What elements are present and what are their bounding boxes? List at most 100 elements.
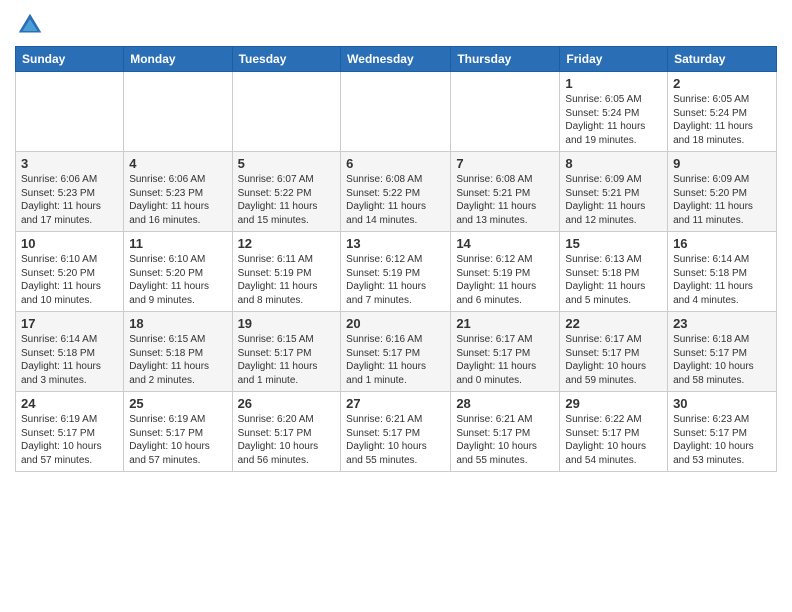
calendar-cell: 22 Sunrise: 6:17 AM Sunset: 5:17 PM Dayli… xyxy=(560,312,668,392)
day-number: 7 xyxy=(456,156,554,171)
calendar-cell: 8Sunrise: 6:09 AM Sunset: 5:21 PM Daylig… xyxy=(560,152,668,232)
day-info: Sunrise: 6:12 AM Sunset: 5:19 PM Dayligh… xyxy=(346,253,445,307)
day-number: 17 xyxy=(21,316,118,331)
day-number: 26 xyxy=(238,396,336,411)
page-container: SundayMondayTuesdayWednesdayThursdayFrid… xyxy=(0,0,792,482)
calendar-cell: 5 Sunrise: 6:07 AM Sunset: 5:22 PM Daylig… xyxy=(232,152,341,232)
calendar-cell xyxy=(451,72,560,152)
calendar-cell: 9Sunrise: 6:09 AM Sunset: 5:20 PM Daylig… xyxy=(668,152,777,232)
calendar-cell: 6Sunrise: 6:08 AM Sunset: 5:22 PM Daylig… xyxy=(341,152,451,232)
weekday-header-row: SundayMondayTuesdayWednesdayThursdayFrid… xyxy=(16,47,777,72)
calendar-cell: 15 Sunrise: 6:13 AM Sunset: 5:18 PM Dayli… xyxy=(560,232,668,312)
logo xyxy=(15,10,49,40)
day-number: 3 xyxy=(21,156,118,171)
calendar-cell: 3 Sunrise: 6:06 AM Sunset: 5:23 PM Daylig… xyxy=(16,152,124,232)
calendar-cell: 28 Sunrise: 6:21 AM Sunset: 5:17 PM Dayli… xyxy=(451,392,560,472)
calendar-cell: 24Sunrise: 6:19 AM Sunset: 5:17 PM Dayli… xyxy=(16,392,124,472)
calendar-cell xyxy=(341,72,451,152)
calendar-cell: 20 Sunrise: 6:16 AM Sunset: 5:17 PM Dayli… xyxy=(341,312,451,392)
calendar-cell: 11 Sunrise: 6:10 AM Sunset: 5:20 PM Dayli… xyxy=(124,232,232,312)
day-info: Sunrise: 6:11 AM Sunset: 5:19 PM Dayligh… xyxy=(238,253,336,307)
calendar-cell: 26 Sunrise: 6:20 AM Sunset: 5:17 PM Dayli… xyxy=(232,392,341,472)
day-info: Sunrise: 6:17 AM Sunset: 5:17 PM Dayligh… xyxy=(565,333,662,387)
day-info: Sunrise: 6:15 AM Sunset: 5:18 PM Dayligh… xyxy=(129,333,226,387)
day-number: 27 xyxy=(346,396,445,411)
day-number: 18 xyxy=(129,316,226,331)
header xyxy=(15,10,777,40)
day-number: 28 xyxy=(456,396,554,411)
calendar-cell: 29 Sunrise: 6:22 AM Sunset: 5:17 PM Dayli… xyxy=(560,392,668,472)
calendar-cell xyxy=(16,72,124,152)
day-number: 20 xyxy=(346,316,445,331)
week-row-3: 10 Sunrise: 6:10 AM Sunset: 5:20 PM Dayli… xyxy=(16,232,777,312)
day-info: Sunrise: 6:06 AM Sunset: 5:23 PM Dayligh… xyxy=(21,173,118,227)
day-number: 10 xyxy=(21,236,118,251)
weekday-saturday: Saturday xyxy=(668,47,777,72)
day-info: Sunrise: 6:20 AM Sunset: 5:17 PM Dayligh… xyxy=(238,413,336,467)
week-row-2: 3 Sunrise: 6:06 AM Sunset: 5:23 PM Daylig… xyxy=(16,152,777,232)
day-info: Sunrise: 6:19 AM Sunset: 5:17 PM Dayligh… xyxy=(129,413,226,467)
day-info: Sunrise: 6:16 AM Sunset: 5:17 PM Dayligh… xyxy=(346,333,445,387)
week-row-4: 17 Sunrise: 6:14 AM Sunset: 5:18 PM Dayli… xyxy=(16,312,777,392)
calendar-cell: 21Sunrise: 6:17 AM Sunset: 5:17 PM Dayli… xyxy=(451,312,560,392)
weekday-sunday: Sunday xyxy=(16,47,124,72)
weekday-tuesday: Tuesday xyxy=(232,47,341,72)
calendar-cell: 10 Sunrise: 6:10 AM Sunset: 5:20 PM Dayli… xyxy=(16,232,124,312)
day-number: 4 xyxy=(129,156,226,171)
calendar-cell xyxy=(124,72,232,152)
calendar-cell: 1 Sunrise: 6:05 AM Sunset: 5:24 PM Daylig… xyxy=(560,72,668,152)
day-info: Sunrise: 6:05 AM Sunset: 5:24 PM Dayligh… xyxy=(673,93,771,147)
calendar-cell: 25 Sunrise: 6:19 AM Sunset: 5:17 PM Dayli… xyxy=(124,392,232,472)
day-number: 15 xyxy=(565,236,662,251)
day-info: Sunrise: 6:08 AM Sunset: 5:21 PM Dayligh… xyxy=(456,173,554,227)
day-number: 30 xyxy=(673,396,771,411)
day-info: Sunrise: 6:21 AM Sunset: 5:17 PM Dayligh… xyxy=(456,413,554,467)
weekday-thursday: Thursday xyxy=(451,47,560,72)
weekday-friday: Friday xyxy=(560,47,668,72)
day-info: Sunrise: 6:22 AM Sunset: 5:17 PM Dayligh… xyxy=(565,413,662,467)
calendar-cell: 2 Sunrise: 6:05 AM Sunset: 5:24 PM Daylig… xyxy=(668,72,777,152)
day-info: Sunrise: 6:07 AM Sunset: 5:22 PM Dayligh… xyxy=(238,173,336,227)
calendar-cell: 12 Sunrise: 6:11 AM Sunset: 5:19 PM Dayli… xyxy=(232,232,341,312)
weekday-wednesday: Wednesday xyxy=(341,47,451,72)
calendar-cell: 19 Sunrise: 6:15 AM Sunset: 5:17 PM Dayli… xyxy=(232,312,341,392)
week-row-5: 24 Sunrise: 6:19 AM Sunset: 5:17 PM Dayli… xyxy=(16,392,777,472)
calendar-cell: 4 Sunrise: 6:06 AM Sunset: 5:23 PM Daylig… xyxy=(124,152,232,232)
day-info: Sunrise: 6:14 AM Sunset: 5:18 PM Dayligh… xyxy=(21,333,118,387)
calendar-cell: 27Sunrise: 6:21 AM Sunset: 5:17 PM Dayli… xyxy=(341,392,451,472)
day-number: 21 xyxy=(456,316,554,331)
day-number: 22 xyxy=(565,316,662,331)
day-number: 2 xyxy=(673,76,771,91)
day-info: Sunrise: 6:14 AM Sunset: 5:18 PM Dayligh… xyxy=(673,253,771,307)
calendar-cell: 23 Sunrise: 6:18 AM Sunset: 5:17 PM Dayli… xyxy=(668,312,777,392)
day-number: 25 xyxy=(129,396,226,411)
day-number: 11 xyxy=(129,236,226,251)
day-number: 19 xyxy=(238,316,336,331)
day-number: 1 xyxy=(565,76,662,91)
day-info: Sunrise: 6:13 AM Sunset: 5:18 PM Dayligh… xyxy=(565,253,662,307)
day-number: 24 xyxy=(21,396,118,411)
calendar-cell xyxy=(232,72,341,152)
day-number: 23 xyxy=(673,316,771,331)
day-info: Sunrise: 6:05 AM Sunset: 5:24 PM Dayligh… xyxy=(565,93,662,147)
day-info: Sunrise: 6:09 AM Sunset: 5:20 PM Dayligh… xyxy=(673,173,771,227)
calendar-cell: 17 Sunrise: 6:14 AM Sunset: 5:18 PM Dayli… xyxy=(16,312,124,392)
day-info: Sunrise: 6:18 AM Sunset: 5:17 PM Dayligh… xyxy=(673,333,771,387)
day-info: Sunrise: 6:10 AM Sunset: 5:20 PM Dayligh… xyxy=(21,253,118,307)
calendar-cell: 7 Sunrise: 6:08 AM Sunset: 5:21 PM Daylig… xyxy=(451,152,560,232)
calendar-cell: 14Sunrise: 6:12 AM Sunset: 5:19 PM Dayli… xyxy=(451,232,560,312)
calendar-cell: 16 Sunrise: 6:14 AM Sunset: 5:18 PM Dayli… xyxy=(668,232,777,312)
day-number: 14 xyxy=(456,236,554,251)
calendar-table: SundayMondayTuesdayWednesdayThursdayFrid… xyxy=(15,46,777,472)
logo-icon xyxy=(15,10,45,40)
day-info: Sunrise: 6:10 AM Sunset: 5:20 PM Dayligh… xyxy=(129,253,226,307)
day-number: 13 xyxy=(346,236,445,251)
day-number: 12 xyxy=(238,236,336,251)
day-number: 16 xyxy=(673,236,771,251)
weekday-monday: Monday xyxy=(124,47,232,72)
calendar-cell: 30Sunrise: 6:23 AM Sunset: 5:17 PM Dayli… xyxy=(668,392,777,472)
day-number: 29 xyxy=(565,396,662,411)
day-number: 5 xyxy=(238,156,336,171)
day-info: Sunrise: 6:06 AM Sunset: 5:23 PM Dayligh… xyxy=(129,173,226,227)
day-info: Sunrise: 6:15 AM Sunset: 5:17 PM Dayligh… xyxy=(238,333,336,387)
